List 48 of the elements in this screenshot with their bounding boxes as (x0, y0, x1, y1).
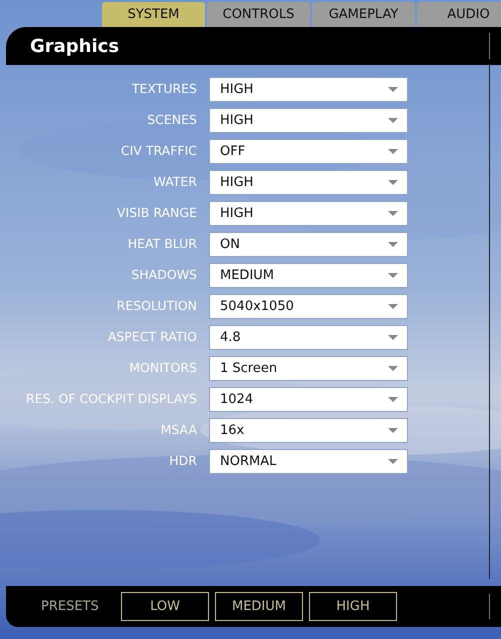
caret-icon (388, 118, 398, 123)
setting-label: RESOLUTION (116, 297, 197, 316)
panel-title: Graphics (30, 34, 120, 58)
caret-icon (388, 366, 398, 371)
caret-icon (388, 87, 398, 92)
dropdown[interactable]: MEDIUM (209, 263, 408, 288)
setting-label: MSAA (160, 421, 197, 440)
setting-label: TEXTURES (130, 80, 197, 98)
preset-button[interactable]: HIGH (309, 592, 397, 621)
dropdown[interactable]: 5040x1050 (209, 294, 408, 319)
dropdown[interactable]: 16x (209, 418, 408, 443)
tab[interactable]: CONTROLS (207, 2, 310, 27)
dropdown[interactable]: NORMAL (209, 449, 408, 474)
setting-label: VISIB RANGE (116, 204, 197, 222)
caret-icon (388, 273, 398, 278)
dropdown[interactable]: HIGH (209, 170, 408, 195)
dropdown[interactable]: OFF (209, 139, 408, 164)
setting-label: ASPECT RATIO (106, 328, 197, 346)
caret-icon (388, 459, 398, 464)
setting-label: SCENES (146, 111, 197, 130)
caret-icon (388, 149, 398, 154)
setting-label: CIV TRAFFIC (120, 142, 197, 160)
setting-label: SHADOWS (130, 266, 197, 284)
caret-icon (388, 304, 398, 309)
dropdown[interactable]: HIGH (209, 77, 408, 102)
dropdown[interactable]: 1024 (209, 387, 408, 412)
tab[interactable]: GAMEPLAY (312, 2, 415, 27)
dropdown[interactable]: ON (209, 232, 408, 257)
caret-icon (388, 211, 398, 216)
preset-button[interactable]: MEDIUM (215, 592, 303, 621)
dropdown[interactable]: HIGH (209, 108, 408, 133)
tab[interactable]: SYSTEM (102, 2, 205, 27)
setting-label: RES. OF COCKPIT DISPLAYS (25, 390, 197, 408)
setting-label: HDR (168, 452, 197, 470)
tab[interactable]: AUDIO (417, 2, 501, 27)
dropdown[interactable]: HIGH (209, 201, 408, 226)
caret-icon (388, 335, 398, 340)
dropdown[interactable]: 1 Screen (209, 356, 408, 381)
setting-label: HEAT BLUR (126, 235, 197, 254)
preset-button[interactable]: LOW (121, 592, 209, 621)
setting-label: MONITORS (128, 359, 197, 378)
caret-icon (388, 242, 398, 247)
presets-label: PRESETS (40, 598, 100, 616)
caret-icon (388, 428, 398, 433)
caret-icon (388, 397, 398, 402)
caret-icon (388, 180, 398, 185)
dropdown[interactable]: 4.8 (209, 325, 408, 350)
setting-label: WATER (152, 173, 197, 192)
